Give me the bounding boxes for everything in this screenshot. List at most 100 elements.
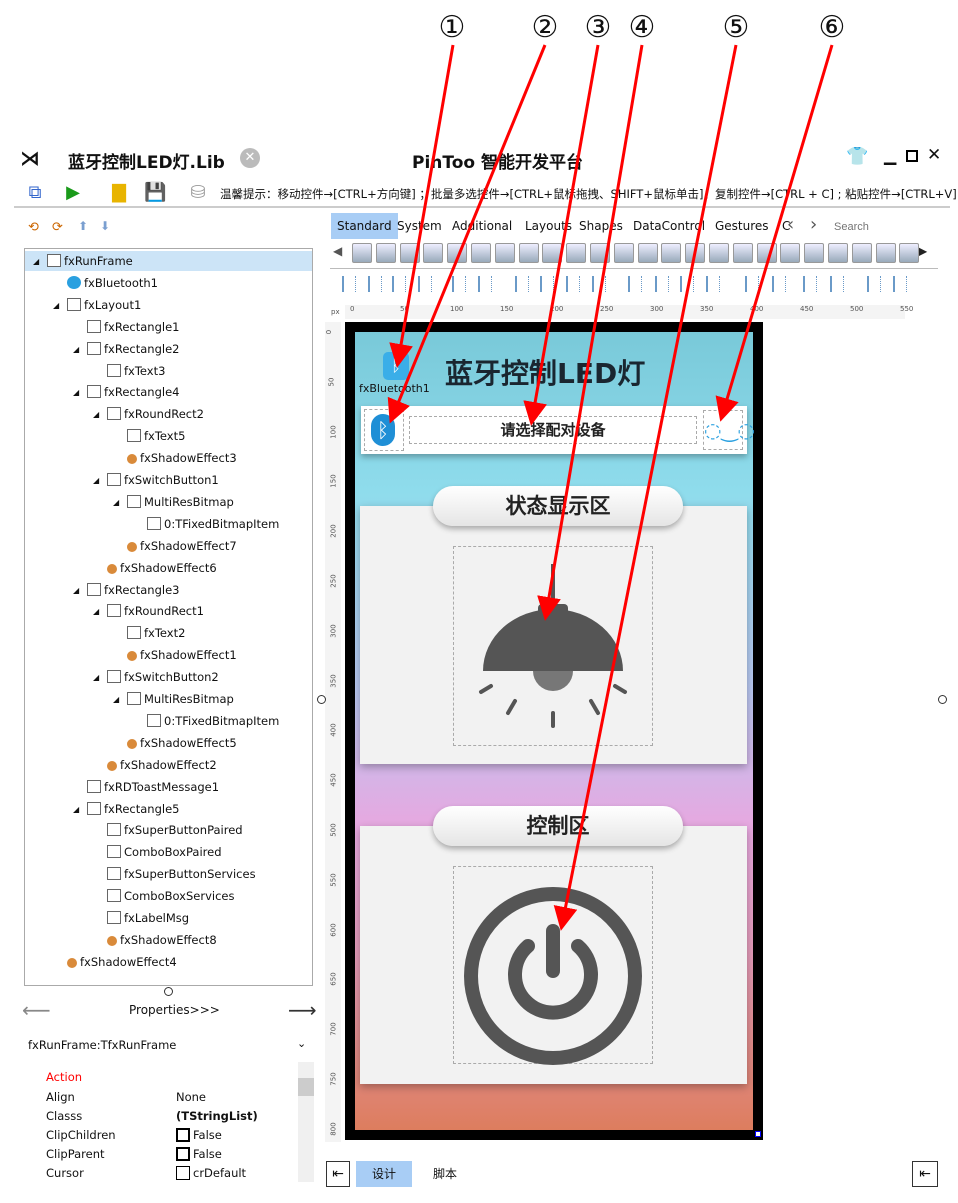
open-folder-icon[interactable]: ▇ xyxy=(108,182,130,204)
tree-item[interactable]: ComboBoxServices xyxy=(107,886,234,906)
tree-item[interactable]: fxRectangle4 xyxy=(87,382,179,402)
expand-toggle-icon[interactable]: ◢ xyxy=(73,388,79,397)
palette-tab[interactable]: Additional xyxy=(446,213,518,239)
tabs-next-icon[interactable]: › xyxy=(810,214,817,235)
palette-tab[interactable]: Standard xyxy=(331,213,398,239)
component-palette-icon[interactable] xyxy=(471,243,491,263)
collapse-right-icon[interactable]: ⇤ xyxy=(912,1161,938,1187)
palette-scroll-left-icon[interactable]: ◀ xyxy=(333,244,342,258)
align-tool-icon[interactable] xyxy=(680,276,694,292)
paired-bluetooth-button[interactable]: ᛒ xyxy=(371,414,395,446)
expand-toggle-icon[interactable]: ◢ xyxy=(73,805,79,814)
palette-tab[interactable]: Layouts xyxy=(519,213,578,239)
checkbox[interactable] xyxy=(176,1147,190,1161)
component-palette-icon[interactable] xyxy=(804,243,825,263)
align-tool-icon[interactable] xyxy=(655,276,669,292)
tree-item[interactable]: fxRoundRect2 xyxy=(107,404,204,424)
prev-arrow-icon[interactable]: ⟵ xyxy=(22,998,51,1022)
property-value[interactable]: False xyxy=(176,1147,222,1161)
power-switch-button[interactable] xyxy=(453,866,653,1066)
expand-toggle-icon[interactable]: ◢ xyxy=(113,498,119,507)
component-palette-icon[interactable] xyxy=(375,243,396,263)
tree-item[interactable]: MultiResBitmap xyxy=(127,492,234,512)
component-palette-icon[interactable] xyxy=(566,243,587,263)
tree-remove-icon[interactable]: ⟳ xyxy=(52,220,63,235)
checkbox[interactable] xyxy=(176,1128,190,1142)
tree-item[interactable]: fxRectangle5 xyxy=(87,799,179,819)
tree-add-icon[interactable]: ⟲ xyxy=(28,220,39,235)
tree-item[interactable]: fxRoundRect1 xyxy=(107,601,204,621)
component-palette-icon[interactable] xyxy=(613,243,634,263)
palette-scroll-right-icon[interactable]: ▶ xyxy=(918,244,927,258)
chevron-down-icon[interactable]: ⌄ xyxy=(297,1037,306,1050)
tab-design[interactable]: 设计 xyxy=(356,1161,412,1187)
component-palette-icon[interactable] xyxy=(851,243,872,263)
tree-item[interactable]: fxText3 xyxy=(107,361,165,381)
component-palette-icon[interactable] xyxy=(709,243,729,263)
move-down-icon[interactable]: ⬇ xyxy=(100,219,110,233)
tree-item[interactable]: fxSwitchButton1 xyxy=(107,470,219,490)
tree-item[interactable]: fxShadowEffect7 xyxy=(127,536,237,556)
bluetooth-component-icon[interactable]: ᛒ xyxy=(383,352,409,380)
property-value[interactable]: crDefault xyxy=(176,1166,246,1180)
tree-item[interactable]: fxText2 xyxy=(127,623,185,643)
tree-item[interactable]: fxBluetooth1 xyxy=(67,273,158,293)
component-palette-icon[interactable] xyxy=(494,243,515,263)
component-palette-icon[interactable] xyxy=(399,243,420,263)
paired-device-combobox[interactable]: 请选择配对设备 xyxy=(409,416,697,444)
properties-scrollbar[interactable] xyxy=(298,1062,314,1182)
pair-bar[interactable]: ᛒ 请选择配对设备 ◌‿◌ xyxy=(361,406,755,454)
tabs-prev-icon[interactable]: ‹ xyxy=(787,214,794,235)
right-resize-handle[interactable] xyxy=(938,695,947,704)
left-resize-handle[interactable] xyxy=(317,695,326,704)
tree-item[interactable]: fxLabelMsg xyxy=(107,908,189,928)
expand-toggle-icon[interactable]: ◢ xyxy=(73,345,79,354)
tree-item[interactable]: fxRDToastMessage1 xyxy=(87,777,219,797)
maximize-button[interactable] xyxy=(906,150,918,162)
database-icon[interactable]: ⛁ xyxy=(187,182,209,204)
component-palette-icon[interactable] xyxy=(352,243,372,263)
tree-item[interactable]: 0:TFixedBitmapItem xyxy=(147,711,279,731)
component-palette-icon[interactable] xyxy=(542,243,563,263)
tree-item[interactable]: fxRectangle3 xyxy=(87,580,179,600)
file-tab[interactable]: 蓝牙控制LED灯.Lib xyxy=(68,148,225,173)
align-tool-icon[interactable] xyxy=(478,276,492,292)
component-palette-icon[interactable] xyxy=(661,243,682,263)
minimize-button[interactable]: ▁ xyxy=(884,146,896,165)
tree-item[interactable]: fxSuperButtonPaired xyxy=(107,820,243,840)
component-palette-icon[interactable] xyxy=(732,243,753,263)
expand-toggle-icon[interactable]: ◢ xyxy=(93,673,99,682)
align-tool-icon[interactable] xyxy=(893,276,907,292)
tree-item[interactable]: fxShadowEffect5 xyxy=(127,733,237,753)
component-palette-icon[interactable] xyxy=(899,243,920,263)
align-tool-icon[interactable] xyxy=(867,276,881,292)
tree-item[interactable]: fxLayout1 xyxy=(67,295,141,315)
tree-item[interactable]: 0:TFixedBitmapItem xyxy=(147,514,279,534)
component-palette-icon[interactable] xyxy=(590,243,610,263)
align-tool-icon[interactable] xyxy=(368,276,382,292)
tree-item[interactable]: fxShadowEffect8 xyxy=(107,930,217,950)
property-value[interactable]: None xyxy=(176,1090,206,1104)
tree-item[interactable]: fxShadowEffect1 xyxy=(127,645,237,665)
close-button[interactable]: ✕ xyxy=(927,145,941,165)
align-tool-icon[interactable] xyxy=(392,276,406,292)
splitter-handle[interactable] xyxy=(164,987,173,996)
expand-toggle-icon[interactable]: ◢ xyxy=(113,695,119,704)
component-palette-icon[interactable] xyxy=(875,243,896,263)
tree-item[interactable]: fxSwitchButton2 xyxy=(107,667,219,687)
align-tool-icon[interactable] xyxy=(628,276,642,292)
align-tool-icon[interactable] xyxy=(745,276,759,292)
tree-item[interactable]: fxShadowEffect3 xyxy=(127,448,237,468)
property-value[interactable]: False xyxy=(176,1128,222,1142)
component-palette-icon[interactable] xyxy=(756,243,777,263)
selection-handle[interactable] xyxy=(755,1131,761,1137)
align-tool-icon[interactable] xyxy=(342,276,356,292)
align-tool-icon[interactable] xyxy=(452,276,466,292)
component-palette-icon[interactable] xyxy=(828,243,848,263)
tree-item[interactable]: ComboBoxPaired xyxy=(107,842,222,862)
save-icon[interactable]: 💾 xyxy=(144,182,166,204)
component-palette-icon[interactable] xyxy=(780,243,801,263)
align-tool-icon[interactable] xyxy=(566,276,580,292)
align-tool-icon[interactable] xyxy=(706,276,720,292)
tree-item[interactable]: fxRectangle1 xyxy=(87,317,179,337)
